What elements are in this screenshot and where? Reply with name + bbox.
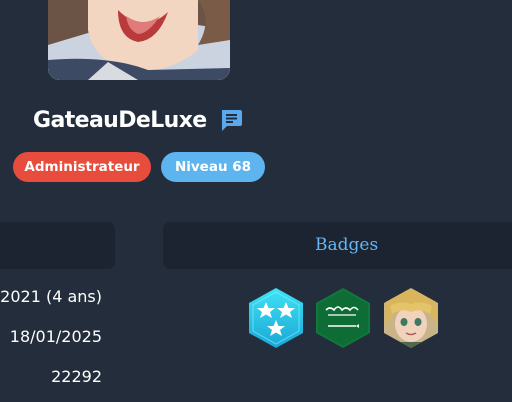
- tab-info[interactable]: [0, 222, 115, 269]
- stat-membership: 2021 (4 ans): [0, 287, 102, 306]
- username: GateauDeLuxe: [33, 107, 207, 133]
- flag-badge-icon[interactable]: [312, 286, 374, 350]
- role-badge: Administrateur: [13, 152, 151, 182]
- tab-badges[interactable]: Badges: [163, 222, 512, 269]
- level-badge: Niveau 68: [161, 152, 265, 182]
- stars-badge-icon[interactable]: [245, 286, 307, 350]
- stat-last-seen: 18/01/2025: [9, 327, 102, 346]
- username-row: GateauDeLuxe: [33, 103, 244, 137]
- profile-avatar[interactable]: [48, 0, 230, 80]
- message-icon[interactable]: [218, 107, 244, 133]
- character-badge-icon[interactable]: [380, 286, 442, 350]
- stat-count: 22292: [51, 367, 102, 386]
- tab-badges-label: Badges: [315, 235, 379, 255]
